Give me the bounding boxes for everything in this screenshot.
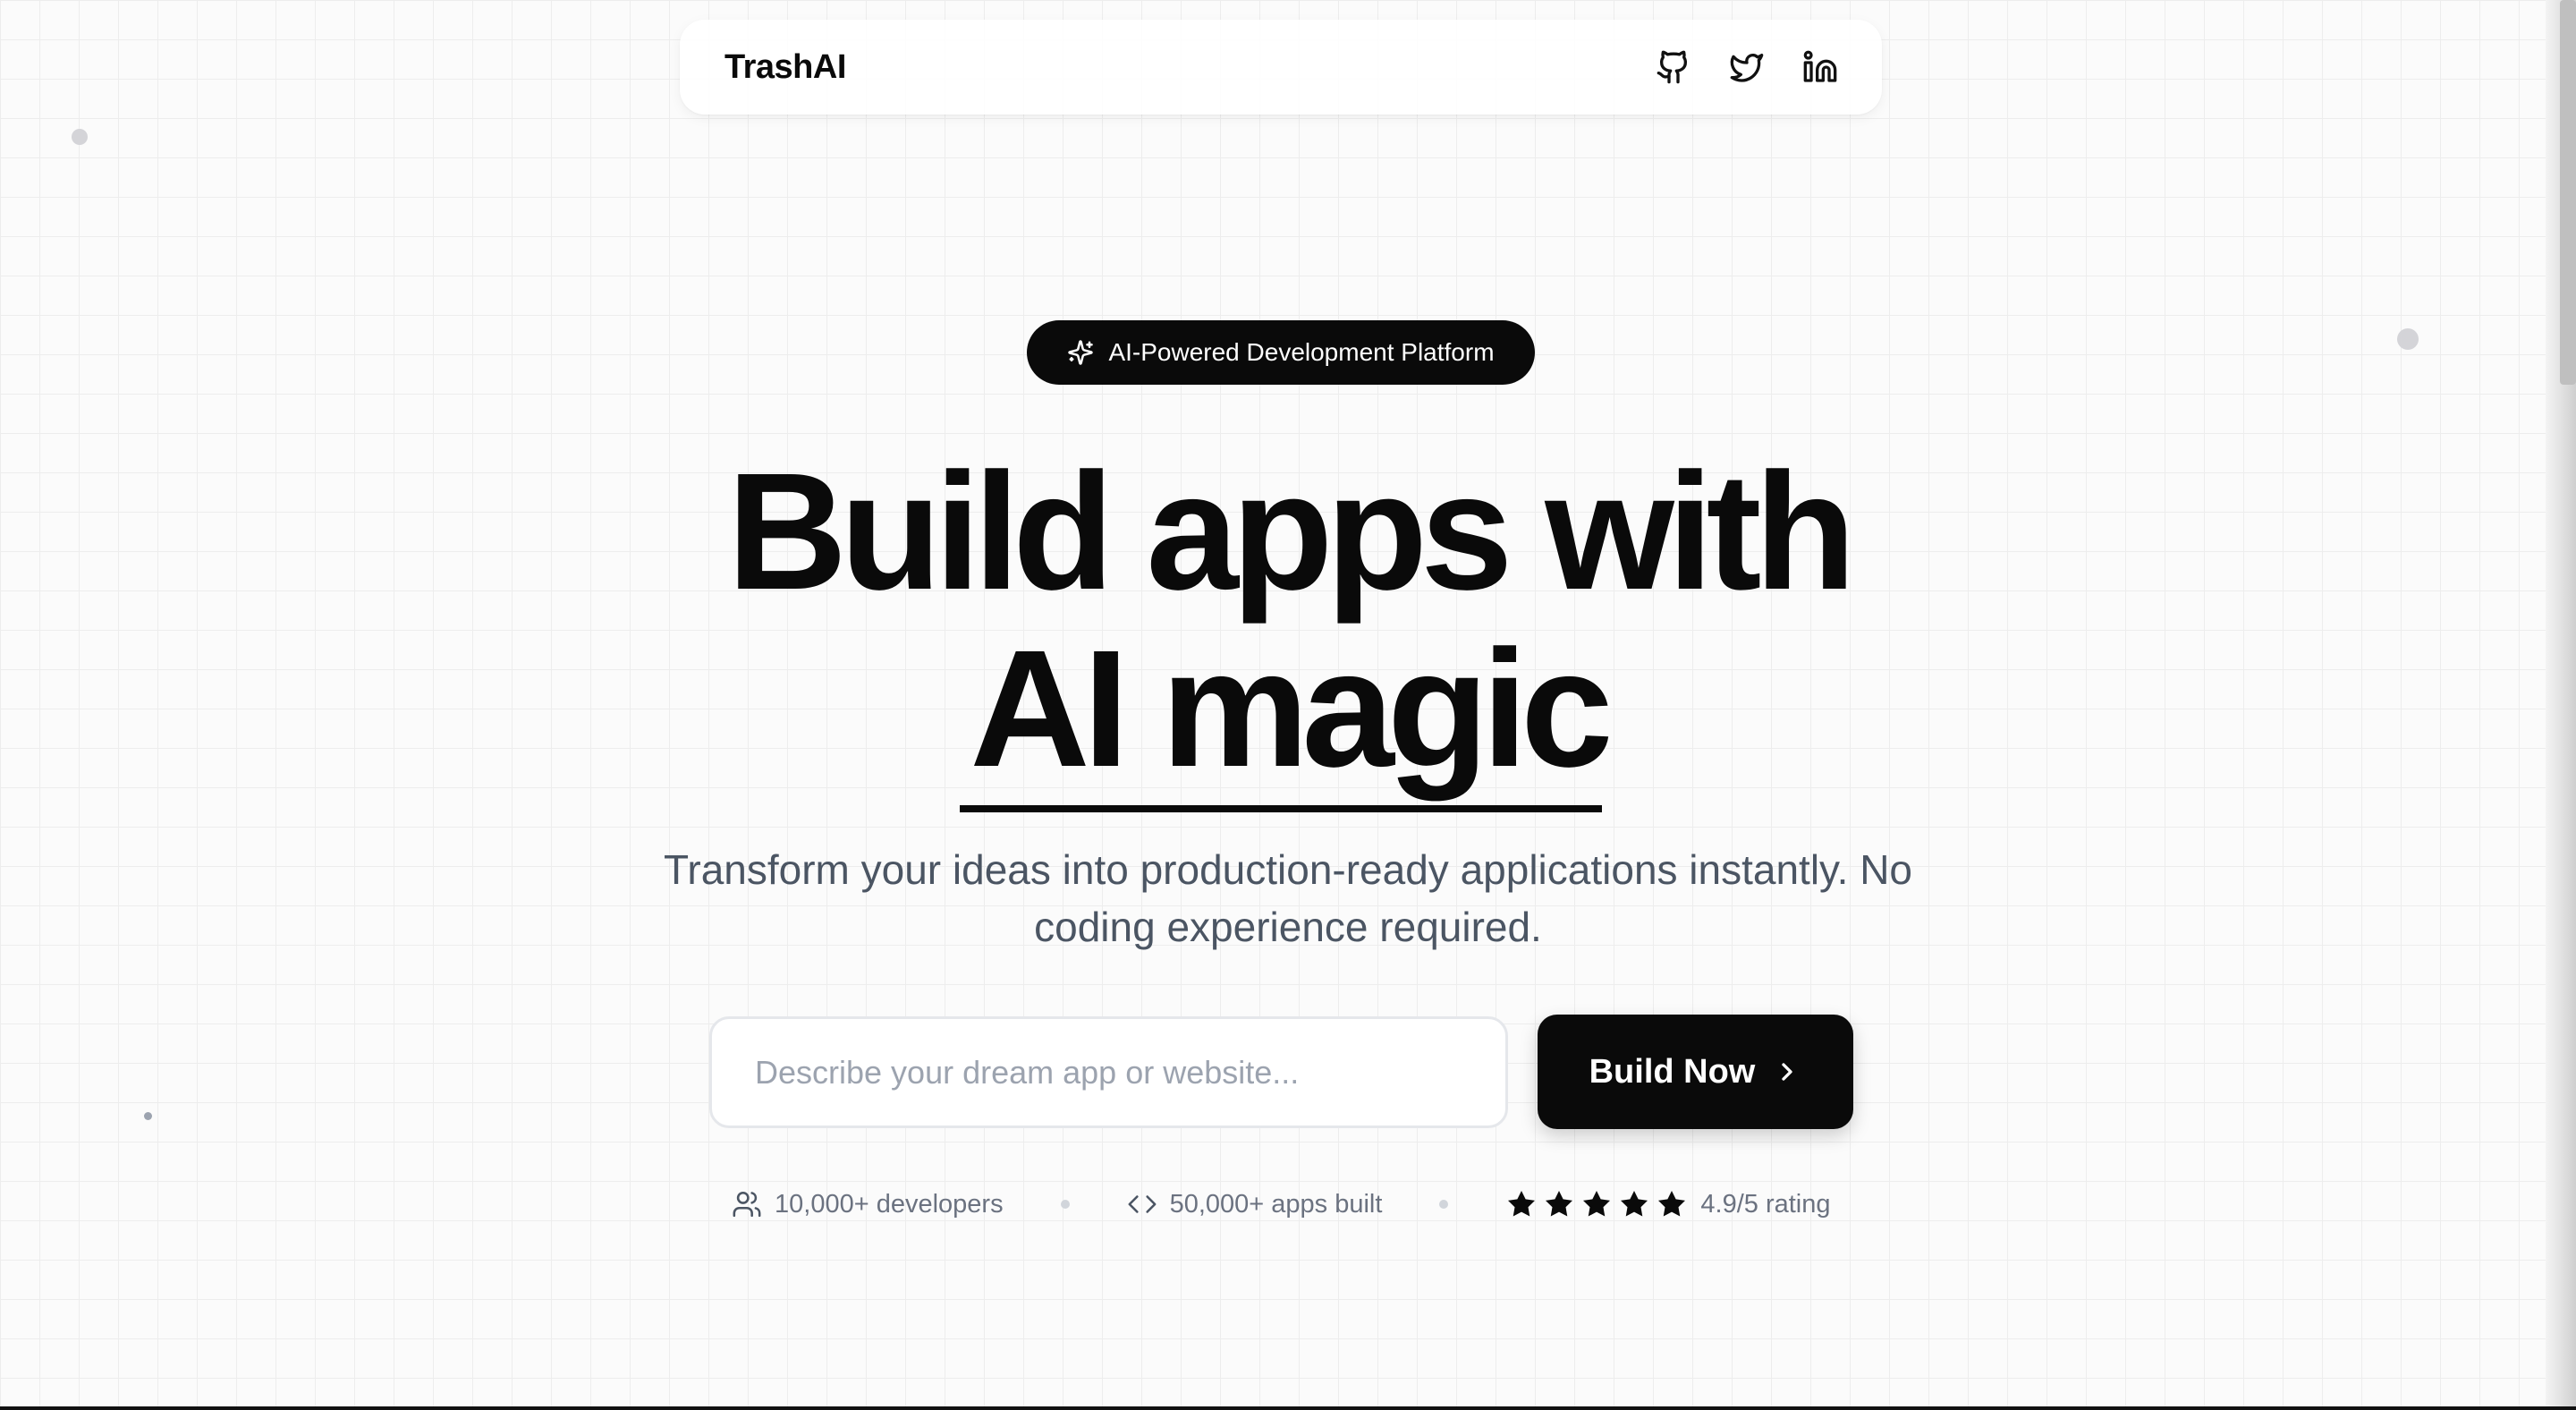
build-now-label: Build Now	[1589, 1052, 1756, 1091]
stat-rating-label: 4.9/5 rating	[1700, 1189, 1831, 1219]
social-links	[1655, 48, 1839, 86]
decorative-dot	[72, 129, 88, 145]
badge-label: AI-Powered Development Platform	[1108, 338, 1495, 366]
star-icon	[1658, 1191, 1686, 1217]
rating-stars	[1505, 1188, 1688, 1220]
top-nav: TrashAI	[680, 20, 1882, 115]
stat-developers-label: 10,000+ developers	[775, 1189, 1004, 1219]
scrollbar-thumb[interactable]	[2560, 0, 2576, 385]
hero-subtitle: Transform your ideas into production-rea…	[663, 846, 1912, 950]
stat-rating: 4.9/5 rating	[1505, 1188, 1831, 1220]
window-bottom-edge	[0, 1406, 2576, 1410]
brand-logo[interactable]: TrashAI	[724, 48, 846, 87]
stat-separator	[1439, 1200, 1449, 1209]
app-description-input[interactable]	[709, 1016, 1508, 1128]
star-icon	[1546, 1191, 1573, 1217]
stat-apps-label: 50,000+ apps built	[1169, 1189, 1383, 1219]
decorative-dot	[144, 1112, 152, 1120]
stat-separator	[1060, 1200, 1070, 1209]
decorative-dot	[2397, 328, 2419, 350]
stats-row: 10,000+ developers 50,000+ apps built 4.…	[732, 1183, 1859, 1226]
star-icon	[1583, 1191, 1611, 1217]
chevron-right-icon	[1782, 1063, 1793, 1081]
stat-apps: 50,000+ apps built	[1127, 1189, 1383, 1219]
hero-title-line-1: Build apps with	[726, 439, 1856, 624]
github-icon[interactable]	[1655, 48, 1692, 86]
star-icon	[1508, 1191, 1536, 1217]
twitter-icon[interactable]	[1728, 48, 1766, 86]
platform-badge: AI-Powered Development Platform	[1027, 320, 1535, 385]
linkedin-icon[interactable]	[1801, 48, 1839, 86]
stat-developers: 10,000+ developers	[732, 1189, 1004, 1219]
sparkles-icon	[1068, 340, 1094, 365]
code-icon	[1128, 1195, 1157, 1213]
title-underline	[960, 805, 1602, 812]
users-icon	[733, 1191, 761, 1218]
hero-title-line-2: AI magic	[970, 616, 1613, 802]
build-now-button[interactable]: Build Now	[1538, 1015, 1853, 1129]
star-icon	[1621, 1191, 1648, 1217]
